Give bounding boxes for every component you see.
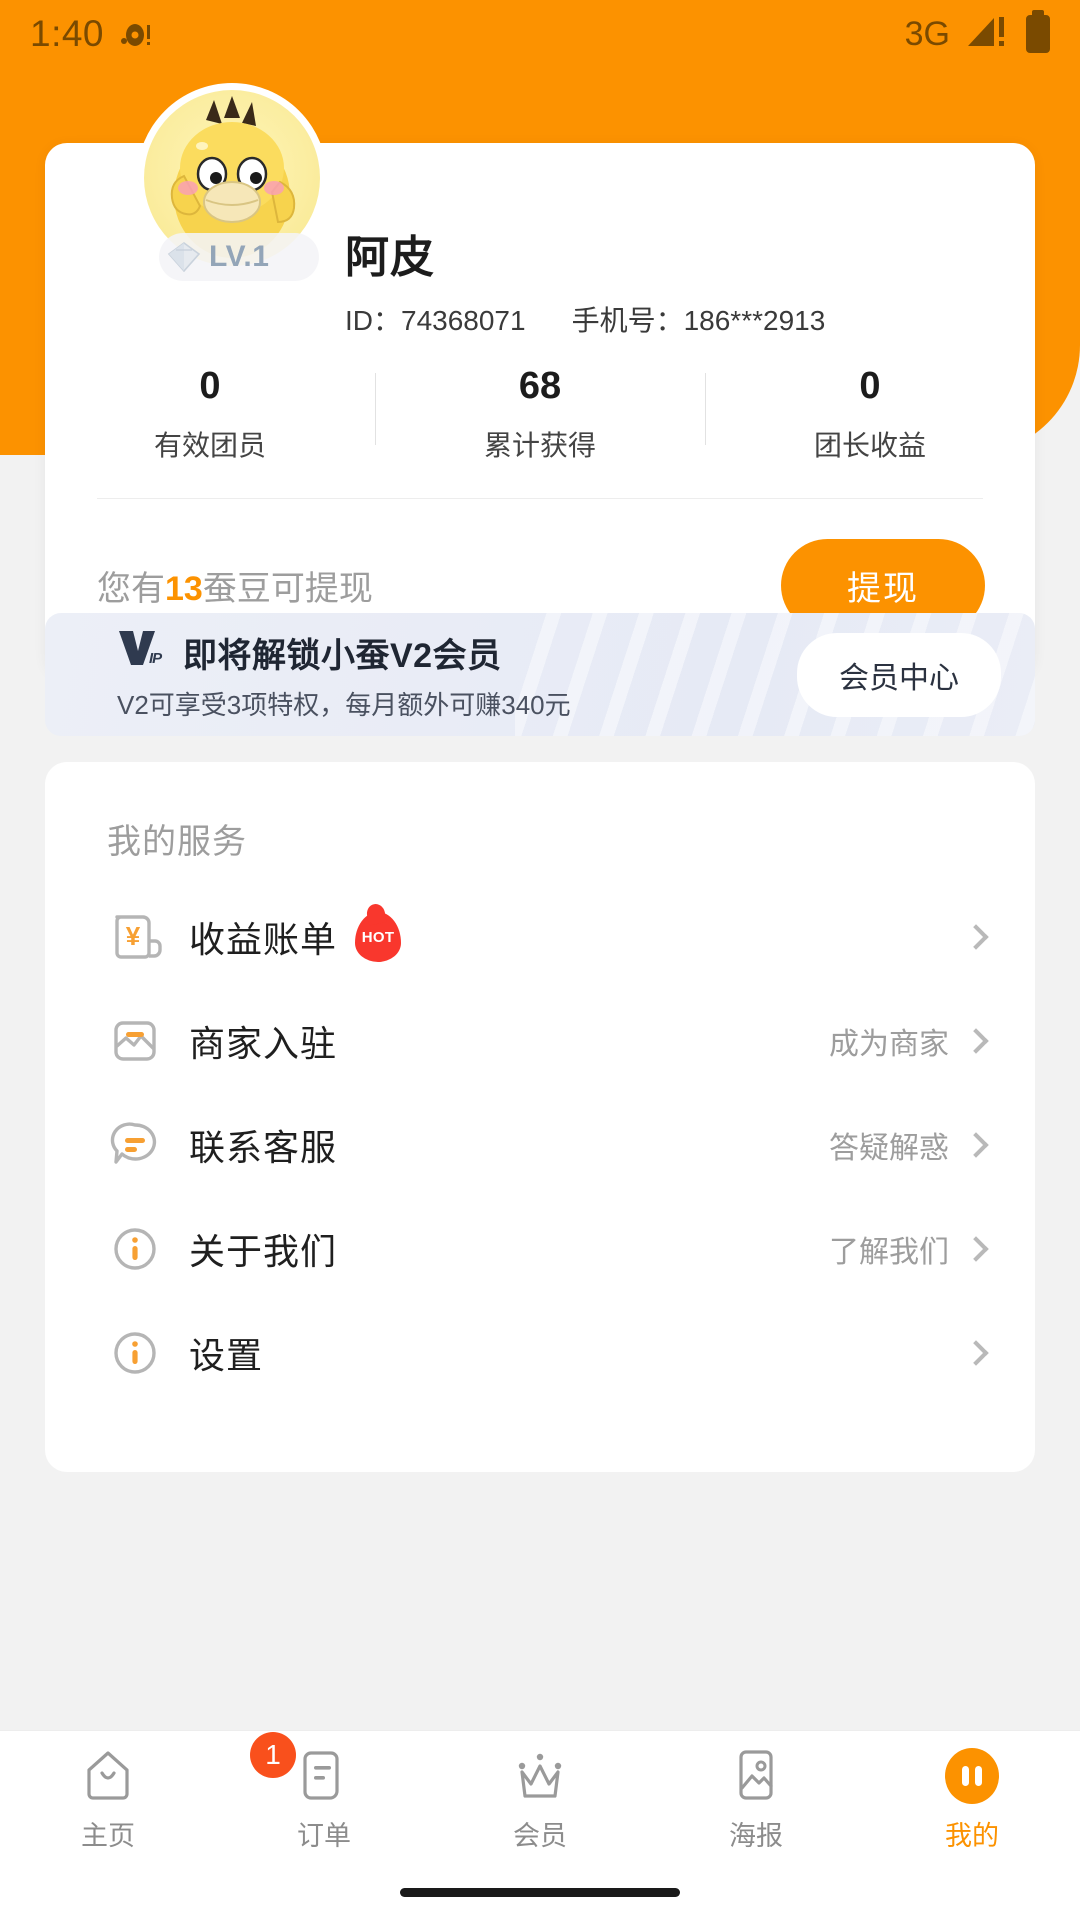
svg-text:IP: IP [149, 650, 163, 667]
stat-value: 68 [518, 365, 562, 407]
vip-title: 即将解锁小蚕V2会员 [183, 636, 502, 675]
status-time: 1:40 [30, 13, 105, 54]
vip-center-button[interactable]: 会员中心 [797, 632, 1001, 717]
profile-icon-bar-left [962, 1766, 969, 1786]
nav-label: 我的 [945, 1821, 999, 1851]
user-phone: 手机号：186***2913 [571, 305, 826, 336]
receipt-yen-icon: ¥ [107, 909, 163, 965]
chevron-right-icon [963, 924, 989, 950]
store-icon [107, 1013, 163, 1069]
nav-item-membership[interactable]: 会员 [432, 1742, 648, 1853]
nav-label: 主页 [81, 1821, 135, 1851]
record-dot-icon [120, 17, 154, 51]
order-badge: 1 [250, 1732, 296, 1778]
app-screen: 1:40 3G LV.1 阿皮 ID：74368071 手机号：186***29… [0, 0, 1080, 1920]
profile-icon [945, 1748, 999, 1804]
stat-label: 有效团员 [153, 430, 266, 461]
service-value: 了解我们 [829, 1236, 949, 1269]
battery-icon [1026, 15, 1050, 53]
service-label: 关于我们 [189, 1231, 338, 1272]
vip-banner-text: IP 即将解锁小蚕V2会员 V2可享受3项特权，每月额外可赚340元 [117, 628, 571, 722]
service-label: 收益账单 [189, 919, 338, 960]
picture-icon [729, 1748, 783, 1804]
vip-banner[interactable]: IP 即将解锁小蚕V2会员 V2可享受3项特权，每月额外可赚340元 会员中心 [45, 613, 1035, 736]
hot-badge: HOT [355, 912, 402, 962]
status-bar: 1:40 3G [0, 0, 1080, 68]
level-badge: LV.1 [159, 233, 319, 281]
signal-warning-icon [966, 13, 1010, 56]
home-indicator [0, 1864, 1080, 1920]
services-card: 我的服务 ¥ 收益账单 HOT 商家入驻 成为商家 联系客服 答疑解惑 关于我们… [45, 762, 1035, 1472]
nav-item-home[interactable]: 主页 [0, 1742, 216, 1853]
profile-header: LV.1 阿皮 ID：74368071 手机号：186***2913 [45, 83, 1035, 339]
chevron-right-icon [963, 1236, 989, 1262]
chat-bubble-icon [107, 1117, 163, 1173]
stat-valid-members[interactable]: 0 有效团员 [45, 365, 375, 464]
profile-icon-bar-right [975, 1766, 982, 1786]
withdraw-suffix: 蚕豆可提现 [202, 570, 373, 608]
service-right [949, 1340, 989, 1366]
status-bar-left: 1:40 [30, 13, 154, 55]
user-name: 阿皮 [345, 233, 435, 282]
order-icon [297, 1748, 351, 1804]
service-label: 联系客服 [189, 1127, 338, 1168]
home-bar[interactable] [400, 1887, 680, 1897]
service-right: 了解我们 [829, 1227, 989, 1271]
service-row-merchant-entry[interactable]: 商家入驻 成为商家 [45, 989, 1035, 1093]
level-label: LV.1 [209, 240, 270, 273]
info-circle-icon [107, 1221, 163, 1277]
stats-row: 0 有效团员 68 累计获得 0 团长收益 [45, 365, 1035, 498]
nav-label: 海报 [729, 1821, 783, 1851]
service-label: 商家入驻 [189, 1023, 338, 1064]
chevron-right-icon [963, 1340, 989, 1366]
profile-card: LV.1 阿皮 ID：74368071 手机号：186***2913 0 有效团… [45, 83, 1035, 676]
stat-value: 0 [859, 365, 881, 407]
hot-label: HOT [361, 928, 395, 946]
bottom-navigation: 主页 1 订单 会员 海报 我的 [0, 1730, 1080, 1864]
vip-title-row: IP 即将解锁小蚕V2会员 [117, 628, 571, 677]
stat-value: 0 [199, 365, 221, 407]
stat-label: 累计获得 [483, 430, 596, 461]
service-value: 答疑解惑 [829, 1132, 949, 1165]
nav-item-profile[interactable]: 我的 [864, 1742, 1080, 1853]
user-meta: ID：74368071 手机号：186***2913 [345, 299, 825, 339]
withdraw-text: 您有13蚕豆可提现 [97, 561, 373, 610]
service-row-about-us[interactable]: 关于我们 了解我们 [45, 1197, 1035, 1301]
nav-item-poster[interactable]: 海报 [648, 1742, 864, 1853]
nav-item-orders[interactable]: 1 订单 [216, 1732, 432, 1853]
services-title: 我的服务 [107, 823, 247, 861]
chevron-right-icon [963, 1132, 989, 1158]
network-type-label: 3G [904, 14, 950, 53]
service-value: 成为商家 [829, 1028, 949, 1061]
service-row-customer-service[interactable]: 联系客服 答疑解惑 [45, 1093, 1035, 1197]
withdraw-amount: 13 [165, 570, 203, 608]
service-right: 成为商家 [829, 1019, 989, 1063]
service-right [949, 924, 989, 950]
avatar-wrapper[interactable]: LV.1 [137, 83, 327, 281]
flame-icon: HOT [355, 912, 402, 962]
crown-icon [513, 1748, 567, 1804]
service-right: 答疑解惑 [829, 1123, 989, 1167]
vip-logo-icon: IP [117, 629, 171, 676]
service-label: 设置 [189, 1335, 264, 1376]
home-icon [81, 1748, 135, 1804]
chevron-right-icon [963, 1028, 989, 1054]
status-bar-right: 3G [905, 13, 1050, 56]
service-row-settings[interactable]: 设置 [45, 1301, 1035, 1405]
stat-label: 团长收益 [813, 430, 926, 461]
withdraw-prefix: 您有 [97, 570, 165, 608]
info-circle-icon [107, 1325, 163, 1381]
services-list: ¥ 收益账单 HOT 商家入驻 成为商家 联系客服 答疑解惑 关于我们 了解我们… [45, 885, 1035, 1405]
nav-label: 订单 [297, 1821, 351, 1851]
user-info: 阿皮 ID：74368071 手机号：186***2913 [345, 203, 825, 339]
service-row-earnings-bill[interactable]: ¥ 收益账单 HOT [45, 885, 1035, 989]
stat-leader-income[interactable]: 0 团长收益 [705, 365, 1035, 464]
user-id: ID：74368071 [345, 305, 526, 336]
stat-total-earned[interactable]: 68 累计获得 [375, 365, 705, 464]
nav-label: 会员 [513, 1821, 567, 1851]
svg-text:¥: ¥ [126, 921, 141, 951]
vip-subtitle: V2可享受3项特权，每月额外可赚340元 [117, 689, 571, 720]
gem-icon [167, 242, 201, 273]
